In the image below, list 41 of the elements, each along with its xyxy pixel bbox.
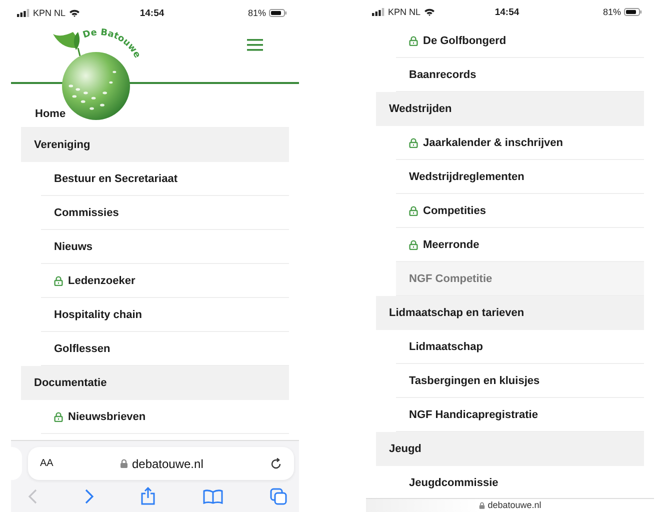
menu-section[interactable]: Vereniging xyxy=(21,128,289,162)
carrier-name: KPN NL xyxy=(388,7,421,17)
menu-item[interactable]: Tasbergingen en kluisjes xyxy=(396,364,644,398)
text-size-button[interactable]: AA xyxy=(40,458,54,469)
menu-item[interactable]: De Golfbongerd xyxy=(396,24,644,58)
menu-item[interactable]: Bestuur en Secretariaat xyxy=(41,162,289,196)
carrier-name: KPN NL xyxy=(33,8,66,18)
wifi-icon xyxy=(68,9,80,17)
menu-section[interactable]: Lidmaatschap en tarieven xyxy=(376,296,644,330)
menu-section[interactable]: Jeugd xyxy=(376,432,644,466)
signal-icon xyxy=(372,8,385,16)
bookmarks-icon[interactable] xyxy=(202,488,222,504)
menu-section[interactable]: Documentatie xyxy=(21,366,289,400)
battery-percent: 81% xyxy=(248,8,266,18)
menu-item[interactable]: Wedstrijdreglementen xyxy=(396,160,644,194)
share-icon[interactable] xyxy=(141,487,155,505)
signal-icon xyxy=(17,9,30,17)
forward-icon[interactable] xyxy=(84,488,94,504)
menu-item[interactable]: Nieuwsbrieven xyxy=(41,400,289,434)
menu-item[interactable]: Nieuws xyxy=(41,230,289,264)
menu-item[interactable]: Jaarkalender & inschrijven xyxy=(396,126,644,160)
battery-percent: 81% xyxy=(602,7,621,17)
tabs-icon[interactable] xyxy=(270,488,287,504)
menu-item[interactable]: Hospitality chain xyxy=(41,298,289,332)
address-bar[interactable]: AA debatouwe.nl xyxy=(28,447,294,480)
clock-time: 14:54 xyxy=(140,8,164,18)
menu-item[interactable]: NGF Competitie xyxy=(396,262,644,296)
menu-item[interactable]: Lidmaatschap xyxy=(396,330,644,364)
url-text: debatouwe.nl xyxy=(132,456,204,470)
battery-icon xyxy=(624,8,642,16)
reload-icon[interactable] xyxy=(270,458,282,470)
menu-item[interactable]: Ledenzoeker xyxy=(41,264,289,298)
menu-item[interactable]: Commissies xyxy=(41,196,289,230)
lock-icon xyxy=(478,502,485,509)
menu-item[interactable]: Competities xyxy=(396,194,644,228)
clock-time: 14:54 xyxy=(494,6,520,18)
url-text: debatouwe.nl xyxy=(488,500,542,511)
lock-icon xyxy=(120,459,128,468)
battery-icon xyxy=(269,9,287,17)
wifi-icon xyxy=(424,8,435,16)
menu-section[interactable]: Wedstrijden xyxy=(376,92,644,126)
